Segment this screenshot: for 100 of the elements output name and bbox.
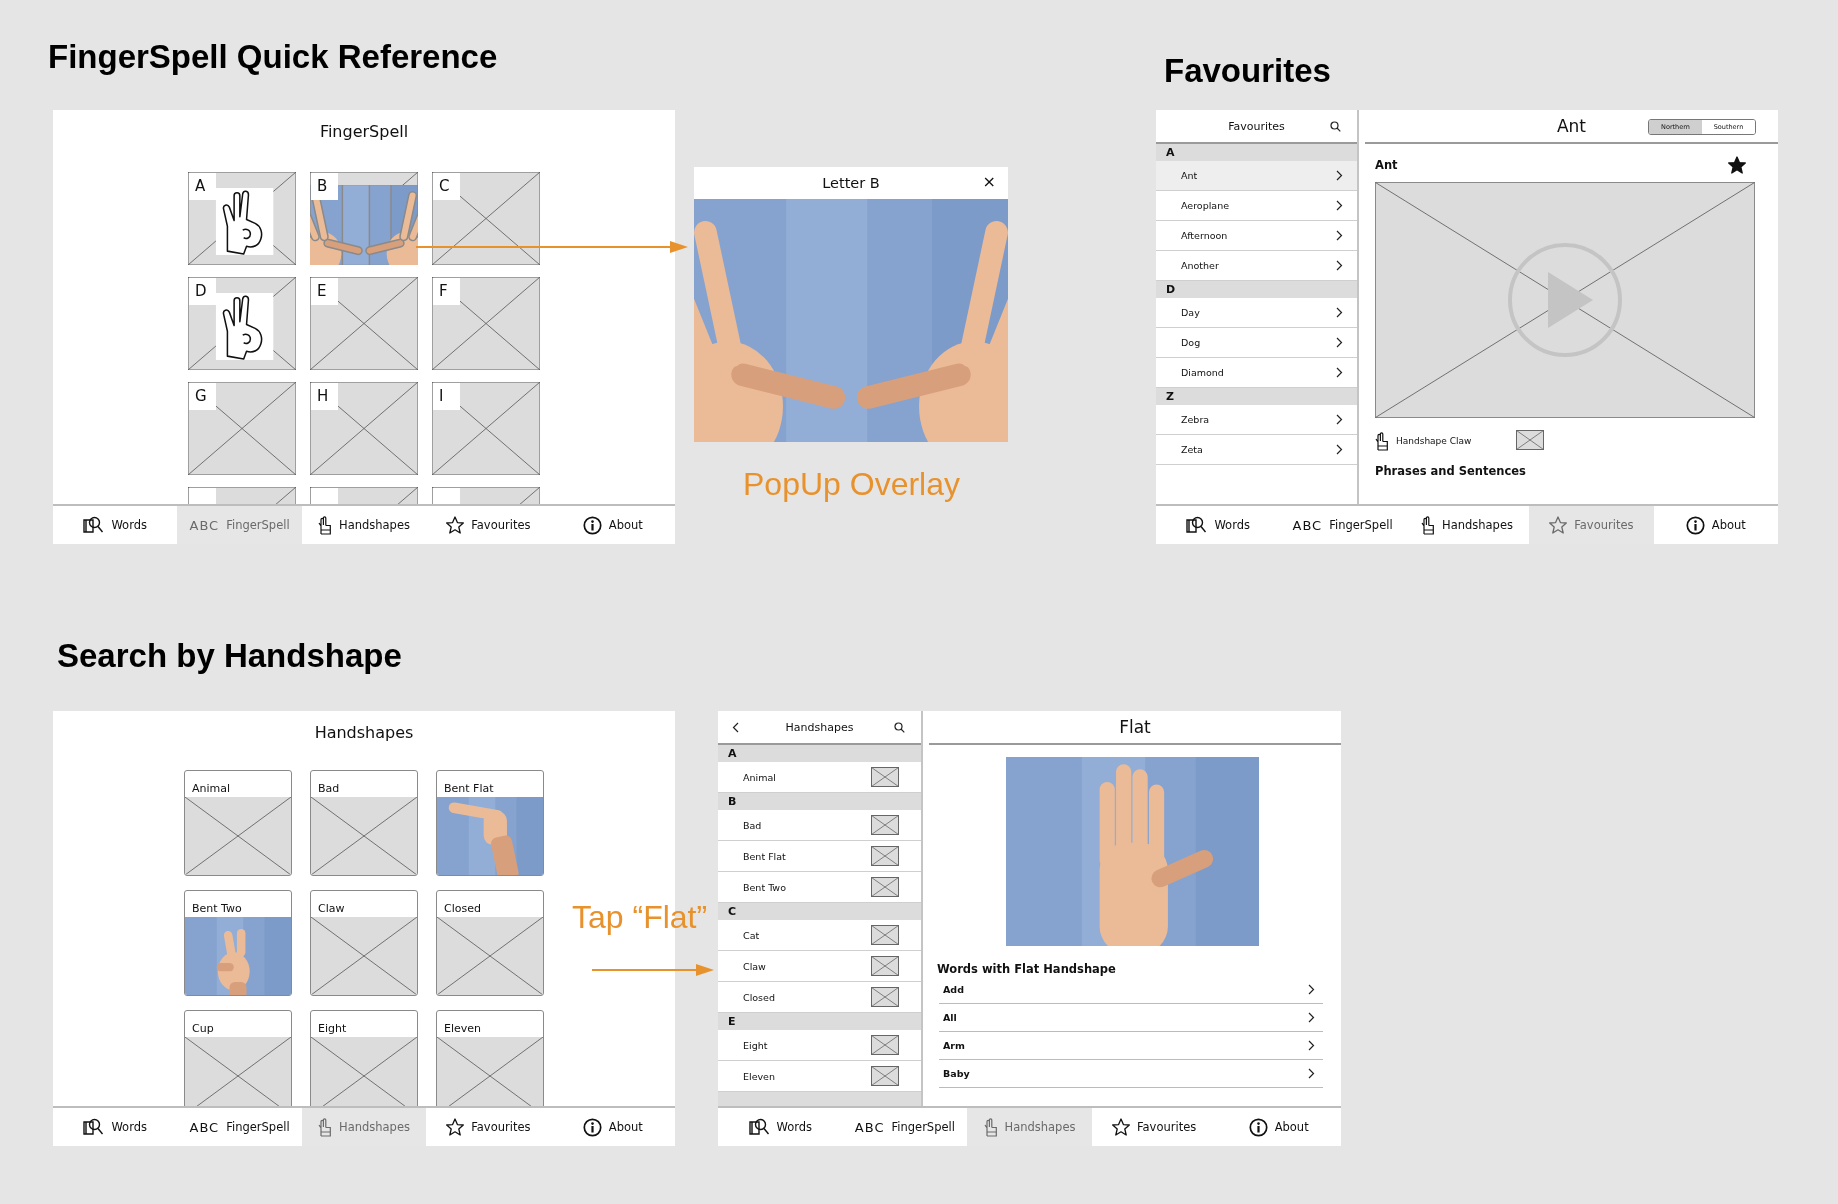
list-item[interactable]: Claw	[718, 951, 921, 982]
tab[interactable]: Handshapes	[301, 1108, 427, 1146]
popup-title: Letter B	[822, 175, 880, 191]
chevron-right-icon	[1336, 337, 1343, 348]
word-row[interactable]: Baby	[939, 1060, 1323, 1088]
book-search-icon	[83, 516, 105, 534]
book-search-icon	[1186, 516, 1208, 534]
section-header: A	[1156, 144, 1357, 161]
word-row[interactable]: Add	[939, 976, 1323, 1004]
close-button[interactable]: ×	[980, 173, 998, 191]
detail-title: Ant	[1556, 116, 1587, 136]
section-header: D	[1156, 281, 1357, 298]
chevron-right-icon	[1336, 414, 1343, 425]
thumbnail-placeholder	[871, 1066, 899, 1086]
tab[interactable]: ABC FingerSpell	[1280, 506, 1405, 544]
tab[interactable]: ABC FingerSpell	[177, 1108, 302, 1146]
tab[interactable]: Words	[1156, 506, 1281, 544]
handshape-tile[interactable]: Cup	[184, 1010, 292, 1106]
tile-label: A	[189, 173, 216, 200]
chevron-right-icon	[1308, 984, 1315, 995]
word-row[interactable]: All	[939, 1004, 1323, 1032]
tab[interactable]: ABC FingerSpell	[177, 506, 302, 544]
star-icon[interactable]	[1728, 156, 1746, 174]
tile-label: Cup	[192, 1022, 214, 1035]
info-icon	[1248, 1117, 1268, 1137]
tile-label: E	[311, 278, 338, 305]
thumbnail-placeholder	[871, 925, 899, 945]
handshape-tile[interactable]: Bad	[310, 770, 418, 876]
tab[interactable]: Words	[718, 1108, 843, 1146]
section-header: Z	[1156, 388, 1357, 405]
hand-icon	[318, 1117, 332, 1137]
tile-label: Eleven	[444, 1022, 482, 1035]
list-item[interactable]: Afternoon	[1156, 221, 1357, 251]
handshape-tile[interactable]: Animal	[184, 770, 292, 876]
handshape-tile[interactable]: Eleven	[436, 1010, 544, 1106]
thumbnail-placeholder	[871, 956, 899, 976]
list-item[interactable]: Ant	[1156, 161, 1357, 191]
list-item[interactable]: Dog	[1156, 328, 1357, 358]
tab[interactable]: Favourites	[426, 506, 551, 544]
star-icon	[446, 1118, 465, 1136]
handshape-tile[interactable]: Bent Two	[184, 890, 292, 996]
tab[interactable]: Words	[53, 506, 178, 544]
list-item[interactable]: Bent Flat	[718, 841, 921, 872]
annotation: PopUp Overlay	[743, 466, 960, 503]
info-icon	[1685, 515, 1705, 535]
tile-label: Eight	[318, 1022, 347, 1035]
tab[interactable]: Words	[53, 1108, 178, 1146]
section-header: E	[718, 1013, 921, 1030]
chevron-right-icon	[1308, 1012, 1315, 1023]
tile-label: Bent Flat	[444, 782, 494, 795]
word-row[interactable]: Arm	[939, 1032, 1323, 1060]
tab[interactable]: Handshapes	[301, 506, 427, 544]
list-item[interactable]: Zebra	[1156, 405, 1357, 435]
tile-label: Closed	[444, 902, 481, 915]
tab[interactable]: Favourites	[426, 1108, 551, 1146]
chevron-right-icon	[1336, 444, 1343, 455]
thumbnail-placeholder	[871, 815, 899, 835]
list-item[interactable]: Aeroplane	[1156, 191, 1357, 221]
section-title: Favourites	[1164, 52, 1331, 90]
handshape-tile[interactable]: Eight	[310, 1010, 418, 1106]
search-icon[interactable]	[894, 722, 905, 733]
tab[interactable]: About	[1216, 1108, 1341, 1146]
hand-icon	[983, 1117, 998, 1137]
tab[interactable]: About	[550, 1108, 675, 1146]
star-icon	[446, 516, 465, 534]
tab[interactable]: Handshapes	[1404, 506, 1530, 544]
chevron-right-icon	[1336, 230, 1343, 241]
annotation: Tap “Flat”	[572, 899, 708, 936]
section-heading: Words with Flat Handshape	[937, 962, 1117, 976]
hand-icon	[1421, 515, 1435, 535]
section-header: B	[718, 793, 921, 810]
word-title: Ant	[1375, 158, 1398, 172]
handshape-tile[interactable]: Bent Flat	[436, 770, 544, 876]
tab[interactable]: About	[550, 506, 675, 544]
star-icon	[1111, 1118, 1130, 1136]
tab[interactable]: About	[1653, 506, 1778, 544]
chevron-right-icon	[1336, 367, 1343, 378]
list-item[interactable]: Eight	[718, 1030, 921, 1061]
info-icon	[582, 1117, 602, 1137]
tab[interactable]: Favourites	[1529, 506, 1654, 544]
chevron-right-icon	[1308, 1068, 1315, 1079]
tile-label: F	[433, 278, 460, 305]
book-search-icon	[83, 1118, 105, 1136]
tile-label: Bent Two	[192, 902, 242, 915]
tab[interactable]: Handshapes	[967, 1108, 1092, 1146]
handshape-tile[interactable]: Claw	[310, 890, 418, 996]
tab[interactable]: Favourites	[1091, 1108, 1217, 1146]
list-item[interactable]: Cat	[718, 920, 921, 951]
handshape-tile[interactable]: Closed	[436, 890, 544, 996]
tab[interactable]: ABC FingerSpell	[842, 1108, 968, 1146]
tile-label: H	[311, 383, 338, 410]
tile-label: C	[433, 173, 460, 200]
back-icon[interactable]	[732, 722, 739, 733]
list-item[interactable]: Bad	[718, 810, 921, 841]
info-icon	[582, 515, 602, 535]
book-search-icon	[748, 1118, 770, 1136]
search-icon[interactable]	[1330, 121, 1341, 132]
list-item[interactable]: Day	[1156, 298, 1357, 328]
list-item[interactable]: Zeta	[1156, 435, 1357, 465]
thumbnail-placeholder	[1516, 430, 1545, 450]
